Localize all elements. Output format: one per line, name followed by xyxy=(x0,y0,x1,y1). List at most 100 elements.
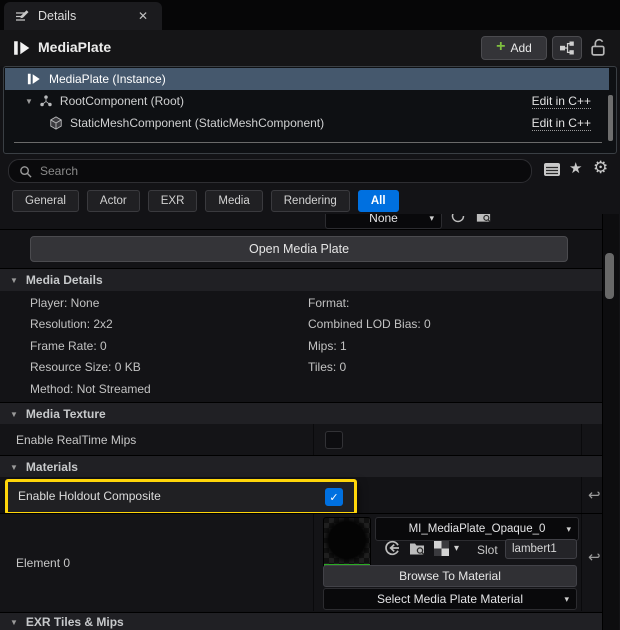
settings-button[interactable]: ⚙ xyxy=(593,158,608,178)
tab-label: Details xyxy=(38,9,76,23)
display-filter-button[interactable] xyxy=(543,161,561,181)
tab-bar: Details ✕ xyxy=(0,0,620,30)
media-source-dropdown[interactable]: None ▾ xyxy=(325,214,442,229)
section-arrow-icon: ▼ xyxy=(10,410,18,419)
chevron-down-icon[interactable]: ▾ xyxy=(454,543,459,554)
rail-divider xyxy=(581,424,582,455)
gear-icon: ⚙ xyxy=(593,158,608,177)
section-arrow-icon: ▼ xyxy=(10,618,18,627)
tree-label: MediaPlate (Instance) xyxy=(49,72,166,86)
filter-exr[interactable]: EXR xyxy=(148,190,198,212)
filter-media[interactable]: Media xyxy=(205,190,262,212)
blueprint-graph-button[interactable] xyxy=(552,36,582,60)
edit-in-cpp-link[interactable]: Edit in C++ xyxy=(532,94,591,109)
browse-to-material-button[interactable]: Browse To Material xyxy=(323,565,577,587)
browse-button[interactable] xyxy=(475,214,492,227)
search-row: Search ★ ⚙ xyxy=(0,156,620,186)
expander-icon[interactable]: ▼ xyxy=(25,97,33,106)
info-mips: Mips: 1 xyxy=(308,339,347,353)
tree-label: StaticMeshComponent (StaticMeshComponent… xyxy=(70,116,324,130)
rail-divider xyxy=(581,477,582,513)
info-resolution: Resolution: 2x2 xyxy=(30,317,113,331)
info-resource-size: Resource Size: 0 KB xyxy=(30,360,141,374)
info-lod-bias: Combined LOD Bias: 0 xyxy=(308,317,431,331)
chevron-down-icon: ▾ xyxy=(429,214,434,224)
mediaplate-icon xyxy=(27,72,41,86)
info-tiles: Tiles: 0 xyxy=(308,360,346,374)
favorites-button[interactable]: ★ xyxy=(569,159,582,177)
section-arrow-icon: ▼ xyxy=(10,276,18,285)
section-title: Materials xyxy=(26,460,78,474)
info-format: Format: xyxy=(308,296,349,310)
static-mesh-icon xyxy=(49,116,63,130)
main-scrollbar-thumb[interactable] xyxy=(605,253,614,299)
section-title: EXR Tiles & Mips xyxy=(26,615,124,629)
filter-actor[interactable]: Actor xyxy=(87,190,140,212)
filter-all[interactable]: All xyxy=(358,190,399,212)
lock-open-icon xyxy=(590,38,607,57)
tree-row-rootcomponent[interactable]: ▼ RootComponent (Root) Edit in C++ xyxy=(5,90,609,112)
filter-rendering[interactable]: Rendering xyxy=(271,190,350,212)
material-asset-dropdown[interactable]: MI_MediaPlate_Opaque_0 ▾ xyxy=(375,517,579,541)
section-title: Media Texture xyxy=(26,407,106,421)
add-button[interactable]: + Add xyxy=(481,36,547,60)
use-selected-icon xyxy=(383,539,401,557)
info-frame-rate: Frame Rate: 0 xyxy=(30,339,107,353)
chevron-down-icon: ▾ xyxy=(566,524,571,535)
select-media-plate-material-dropdown[interactable]: Select Media Plate Material ▾ xyxy=(323,588,577,610)
star-icon: ★ xyxy=(569,160,582,177)
column-splitter[interactable] xyxy=(313,514,314,611)
section-media-texture[interactable]: ▼ Media Texture xyxy=(0,402,602,425)
tree-row-mediaplate[interactable]: MediaPlate (Instance) xyxy=(5,68,609,90)
media-source-value: None xyxy=(369,214,398,225)
browse-to-icon xyxy=(408,540,426,557)
slot-name-input[interactable]: lambert1 xyxy=(505,539,577,559)
plus-icon: + xyxy=(496,38,505,56)
column-splitter[interactable] xyxy=(313,424,314,455)
section-media-details[interactable]: ▼ Media Details xyxy=(0,268,602,291)
tree-label: RootComponent (Root) xyxy=(60,94,184,108)
select-material-label: Select Media Plate Material xyxy=(377,592,523,606)
revert-button[interactable]: ↩ xyxy=(588,548,601,566)
browse-to-icon xyxy=(475,214,492,224)
add-label: Add xyxy=(510,41,531,55)
tree-row-staticmesh[interactable]: StaticMeshComponent (StaticMeshComponent… xyxy=(5,112,609,134)
slot-label: Slot xyxy=(477,543,498,557)
display-filter-icon xyxy=(543,161,561,178)
material-name: MI_MediaPlate_Opaque_0 xyxy=(409,523,546,535)
actor-title: MediaPlate xyxy=(38,39,111,55)
property-label: Element 0 xyxy=(16,556,70,570)
lock-button[interactable] xyxy=(586,35,610,59)
clipped-media-source-row: None ▾ xyxy=(0,214,602,229)
history-button[interactable] xyxy=(450,214,466,227)
texture-options-button[interactable] xyxy=(434,541,449,559)
tree-scrollbar[interactable] xyxy=(608,95,613,141)
material-thumbnail[interactable] xyxy=(323,517,371,569)
details-panel: Details ✕ MediaPlate + Add xyxy=(0,0,620,630)
material-preview-sphere xyxy=(324,518,370,564)
realtime-mips-checkbox[interactable] xyxy=(325,431,343,449)
section-title: Media Details xyxy=(26,273,103,287)
section-materials[interactable]: ▼ Materials xyxy=(0,455,602,478)
scene-component-icon xyxy=(39,94,53,108)
section-exr-tiles-mips[interactable]: ▼ EXR Tiles & Mips xyxy=(0,612,602,630)
filter-general[interactable]: General xyxy=(12,190,79,212)
info-player: Player: None xyxy=(30,296,99,310)
actor-header: MediaPlate + Add xyxy=(0,30,620,66)
search-input[interactable]: Search xyxy=(8,159,532,183)
browse-to-asset-button[interactable] xyxy=(408,540,426,560)
search-icon xyxy=(19,165,32,178)
close-icon[interactable]: ✕ xyxy=(138,9,148,23)
use-selected-asset-button[interactable] xyxy=(383,539,401,560)
revert-button[interactable]: ↩ xyxy=(588,486,601,504)
open-media-plate-button[interactable]: Open Media Plate xyxy=(30,236,568,262)
tab-details[interactable]: Details ✕ xyxy=(4,2,162,30)
rail-divider xyxy=(581,514,582,611)
checker-icon xyxy=(434,541,449,556)
holdout-composite-checkbox[interactable]: ✓ xyxy=(325,488,343,506)
search-placeholder: Search xyxy=(40,164,78,178)
row-realtime-mips: Enable RealTime Mips xyxy=(0,424,602,455)
node-graph-icon xyxy=(559,40,575,56)
check-icon: ✓ xyxy=(329,491,338,504)
edit-in-cpp-link[interactable]: Edit in C++ xyxy=(532,116,591,131)
